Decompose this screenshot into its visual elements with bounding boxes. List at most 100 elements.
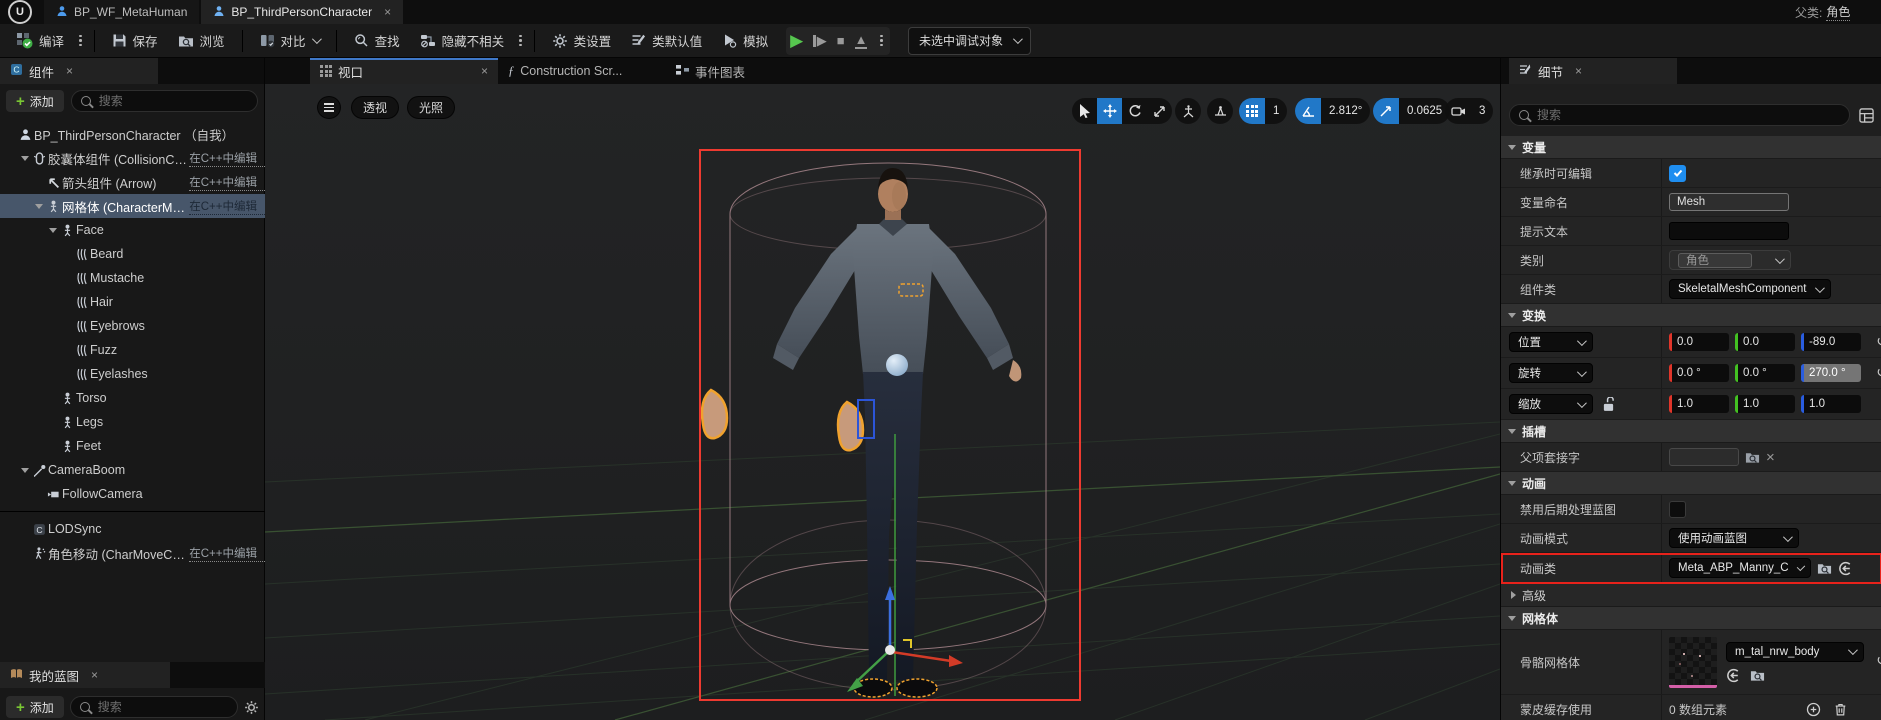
- component-tree-item[interactable]: Hair: [0, 290, 265, 314]
- category-dropdown[interactable]: 角色: [1669, 250, 1791, 270]
- expander-icon[interactable]: [32, 203, 45, 209]
- construction-script-tab[interactable]: ƒ Construction Scr...: [498, 58, 666, 84]
- rotation-dropdown[interactable]: 旋转: [1509, 363, 1593, 383]
- component-tree-item[interactable]: C LODSync: [0, 517, 265, 541]
- edit-in-cpp-link[interactable]: 在C++中编辑: [189, 174, 265, 191]
- viewport-canvas[interactable]: [265, 84, 1500, 720]
- component-tree-item[interactable]: CameraBoom: [0, 458, 265, 482]
- sockets-section-header[interactable]: 插槽: [1501, 420, 1881, 443]
- edit-in-cpp-link[interactable]: 在C++中编辑: [189, 545, 265, 562]
- components-tab[interactable]: C 组件 ×: [0, 58, 158, 84]
- close-icon[interactable]: ×: [91, 668, 98, 682]
- tooltip-input[interactable]: [1669, 222, 1789, 240]
- expander-icon[interactable]: [18, 155, 31, 161]
- details-tab[interactable]: 细节 ×: [1509, 58, 1677, 84]
- add-array-element-icon[interactable]: [1806, 702, 1821, 717]
- component-tree-item[interactable]: BP_ThirdPersonCharacter （自我）: [0, 122, 265, 146]
- component-tree-item[interactable]: 胶囊体组件 (CollisionCylinder)在C++中编辑: [0, 146, 265, 170]
- parent-socket-input[interactable]: [1669, 448, 1739, 466]
- debug-object-dropdown[interactable]: 未选中调试对象: [907, 26, 1031, 55]
- scale-z-input[interactable]: 1.0: [1801, 395, 1861, 413]
- scale-snap-value[interactable]: 0.0625: [1399, 98, 1450, 124]
- play-icon[interactable]: ▶: [790, 32, 803, 49]
- component-tree-item[interactable]: 箭头组件 (Arrow) 在C++中编辑: [0, 170, 265, 194]
- component-tree-item[interactable]: 角色移动 (CharMoveComp) 在C++中编辑: [0, 541, 265, 565]
- scale-tool-button[interactable]: [1147, 98, 1172, 124]
- anim-class-dropdown[interactable]: Meta_ABP_Manny_C: [1669, 558, 1811, 578]
- play-options-icon[interactable]: [877, 34, 886, 47]
- component-tree-item[interactable]: 网格体 (CharacterMesh0)在C++中编辑: [0, 194, 265, 218]
- component-tree-item[interactable]: Beard: [0, 242, 265, 266]
- expander-icon[interactable]: [18, 467, 31, 473]
- skeletal-mesh-dropdown[interactable]: m_tal_nrw_body: [1726, 641, 1864, 662]
- clear-socket-icon[interactable]: ×: [1766, 449, 1775, 466]
- mesh-section-header[interactable]: 网格体: [1501, 607, 1881, 630]
- unreal-logo[interactable]: U: [8, 0, 32, 24]
- component-tree-item[interactable]: Fuzz: [0, 338, 265, 362]
- display-settings-icon[interactable]: [1859, 107, 1874, 123]
- more-options-icon[interactable]: [516, 34, 525, 47]
- component-tree-item[interactable]: Eyebrows: [0, 314, 265, 338]
- skeletal-mesh-thumbnail[interactable]: [1669, 636, 1717, 688]
- save-button[interactable]: 保存: [104, 28, 166, 54]
- my-blueprint-search-input[interactable]: [95, 699, 228, 715]
- add-blueprint-item-button[interactable]: + 添加: [6, 696, 64, 718]
- location-x-input[interactable]: 0.0: [1669, 333, 1729, 351]
- my-blueprint-search[interactable]: [69, 696, 238, 718]
- stop-icon[interactable]: ■: [837, 34, 845, 47]
- scale-dropdown[interactable]: 缩放: [1509, 394, 1593, 414]
- use-selected-asset-icon[interactable]: [1726, 668, 1741, 683]
- eject-icon[interactable]: ▲: [854, 33, 868, 49]
- component-tree-item[interactable]: Face: [0, 218, 265, 242]
- components-search-input[interactable]: [96, 93, 248, 109]
- doc-tab-bp-thirdpersoncharacter[interactable]: BP_ThirdPersonCharacter ×: [201, 0, 404, 24]
- hide-unrelated-button[interactable]: 隐藏不相关: [412, 28, 513, 54]
- viewport[interactable]: 透视 光照 1 2.812° 0.0625 3: [265, 84, 1500, 720]
- close-icon[interactable]: ×: [1575, 64, 1582, 78]
- lit-mode-dropdown[interactable]: 光照: [407, 96, 456, 119]
- select-tool-button[interactable]: [1072, 98, 1097, 124]
- disable-postprocess-checkbox[interactable]: [1669, 500, 1686, 518]
- rotation-y-input[interactable]: 0.0 °: [1735, 364, 1795, 382]
- simulate-button[interactable]: 模拟: [714, 28, 776, 54]
- move-tool-button[interactable]: [1097, 98, 1122, 124]
- reset-to-default-icon[interactable]: ↺: [1876, 652, 1881, 669]
- find-button[interactable]: 查找: [346, 28, 408, 54]
- coordinate-space-button[interactable]: [1175, 98, 1201, 124]
- viewport-menu-button[interactable]: [317, 96, 341, 119]
- details-search[interactable]: [1509, 104, 1850, 126]
- expander-icon[interactable]: [46, 227, 59, 233]
- event-graph-tab[interactable]: 事件图表: [666, 58, 804, 84]
- reset-to-default-icon[interactable]: ↺: [1876, 364, 1881, 381]
- editable-when-inherited-checkbox[interactable]: [1669, 164, 1686, 182]
- browse-to-asset-icon[interactable]: [1750, 668, 1765, 683]
- angle-snap-icon[interactable]: [1295, 98, 1321, 124]
- edit-in-cpp-link[interactable]: 在C++中编辑: [189, 150, 265, 167]
- close-icon[interactable]: ×: [66, 64, 73, 78]
- details-search-input[interactable]: [1535, 107, 1840, 123]
- component-tree-item[interactable]: Legs: [0, 410, 265, 434]
- camera-icon[interactable]: [1445, 98, 1471, 124]
- compile-button[interactable]: 编译: [8, 28, 72, 54]
- variable-section-header[interactable]: 变量: [1501, 136, 1881, 159]
- rotation-snap-value[interactable]: 2.812°: [1321, 98, 1370, 124]
- advanced-section-header[interactable]: 高级: [1501, 584, 1881, 607]
- reset-to-default-icon[interactable]: ↺: [1876, 333, 1881, 350]
- anim-mode-dropdown[interactable]: 使用动画蓝图: [1669, 528, 1799, 548]
- location-y-input[interactable]: 0.0: [1735, 333, 1795, 351]
- component-tree-item[interactable]: Mustache: [0, 266, 265, 290]
- anim-class-browse-icon[interactable]: [1817, 561, 1832, 576]
- rotation-z-input[interactable]: 270.0 °: [1801, 364, 1861, 382]
- close-icon[interactable]: ×: [384, 5, 391, 19]
- variable-name-input[interactable]: Mesh: [1669, 193, 1789, 211]
- perspective-dropdown[interactable]: 透视: [351, 96, 400, 119]
- diff-button[interactable]: 对比: [252, 28, 327, 54]
- socket-browse-icon[interactable]: [1745, 450, 1760, 465]
- add-component-button[interactable]: + 添加: [6, 90, 64, 112]
- component-tree-item[interactable]: Feet: [0, 434, 265, 458]
- clear-array-icon[interactable]: [1833, 702, 1848, 717]
- component-class-dropdown[interactable]: SkeletalMeshComponent: [1669, 279, 1831, 299]
- rotation-x-input[interactable]: 0.0 °: [1669, 364, 1729, 382]
- component-tree-item[interactable]: Torso: [0, 386, 265, 410]
- browse-button[interactable]: 浏览: [170, 28, 233, 54]
